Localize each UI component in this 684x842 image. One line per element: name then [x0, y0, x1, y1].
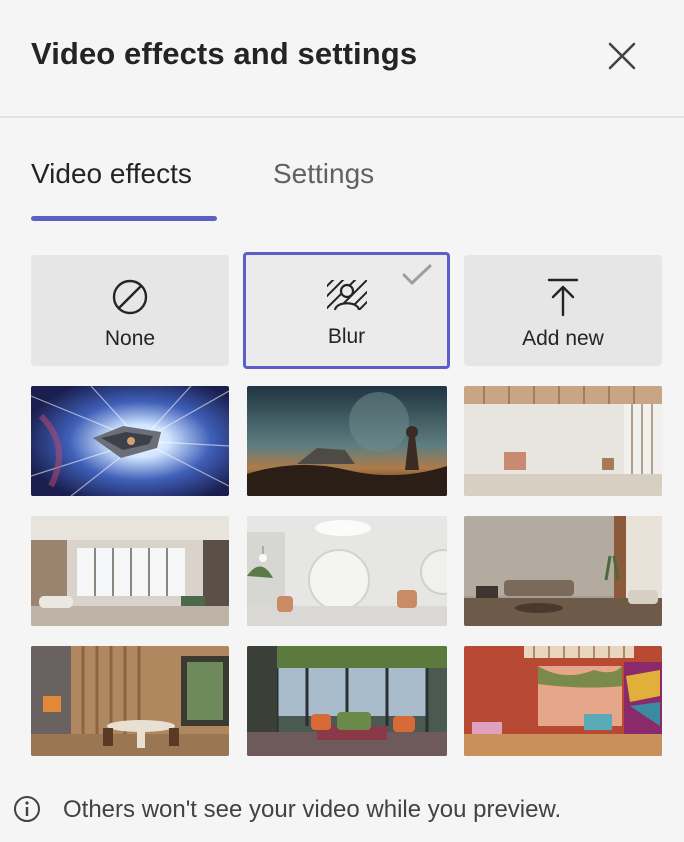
- tab-video-effects[interactable]: Video effects: [31, 158, 192, 190]
- selected-check-icon: [401, 263, 433, 292]
- preview-notice-text: Others won't see your video while you pr…: [63, 796, 562, 823]
- preview-notice: Others won't see your video while you pr…: [0, 776, 684, 842]
- tab-settings[interactable]: Settings: [273, 158, 374, 190]
- panel-title: Video effects and settings: [31, 36, 418, 71]
- background-red-courtyard[interactable]: [464, 646, 662, 756]
- background-space-warp[interactable]: [31, 386, 229, 496]
- add-new-button[interactable]: Add new: [464, 255, 662, 366]
- blur-icon: [326, 279, 368, 316]
- info-icon: [12, 794, 42, 829]
- background-desert-planet[interactable]: [247, 386, 447, 496]
- close-button[interactable]: [604, 38, 640, 74]
- background-white-arches[interactable]: [247, 516, 447, 626]
- active-tab-indicator: [31, 216, 217, 221]
- background-concrete-lounge[interactable]: [464, 516, 662, 626]
- upload-icon: [545, 277, 581, 322]
- effect-blur-label: Blur: [327, 325, 366, 348]
- effect-blur-button[interactable]: Blur: [243, 252, 450, 369]
- close-icon: [608, 42, 636, 70]
- tab-bar: Video effects Settings: [0, 150, 684, 230]
- effect-none-label: None: [104, 327, 156, 350]
- background-wood-dining[interactable]: [31, 646, 229, 756]
- background-minimal-room[interactable]: [464, 386, 662, 496]
- effect-none-button[interactable]: None: [31, 255, 229, 366]
- none-icon: [110, 277, 150, 322]
- panel-header: Video effects and settings: [0, 0, 684, 118]
- background-garden-lounge[interactable]: [247, 646, 447, 756]
- add-new-label: Add new: [522, 327, 604, 350]
- background-loft-living[interactable]: [31, 516, 229, 626]
